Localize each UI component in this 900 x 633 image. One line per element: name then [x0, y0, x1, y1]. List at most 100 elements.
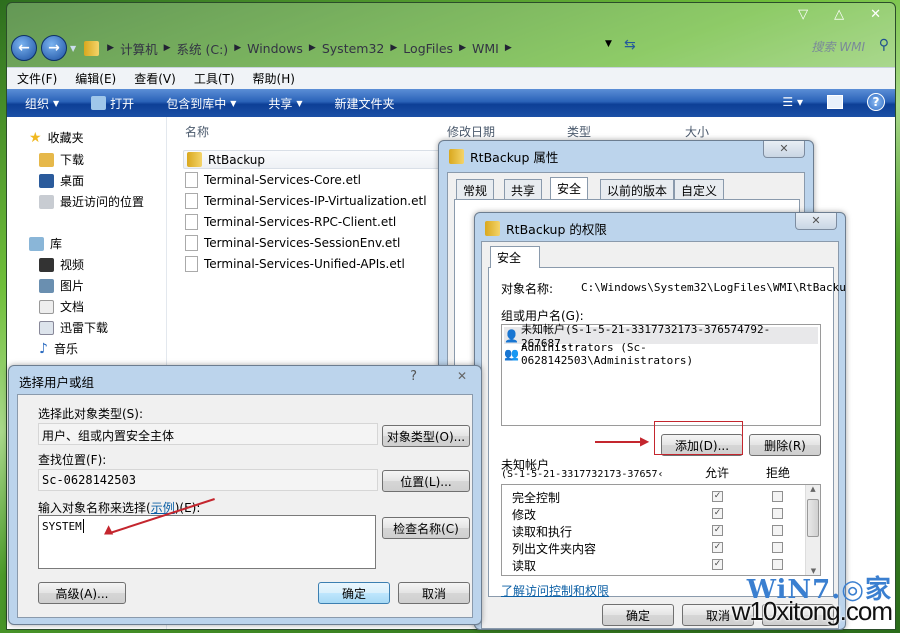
allow-checkbox[interactable]: ✓	[712, 542, 723, 553]
permission-name: 完全控制	[512, 491, 561, 505]
arrow-head-icon: ▲	[104, 522, 114, 536]
tab-previous-versions[interactable]: 以前的版本	[600, 179, 675, 199]
tab-security[interactable]: 安全	[550, 177, 589, 199]
organize-label: 组织	[25, 96, 50, 111]
chevron-down-icon: ▼	[53, 98, 60, 108]
downloads-icon	[39, 152, 54, 167]
menu-tools[interactable]: 工具(T)	[184, 70, 243, 87]
tab-sharing[interactable]: 共享	[504, 179, 543, 199]
learn-access-control-link[interactable]: 了解访问控制和权限	[501, 582, 609, 599]
file-row[interactable]: Terminal-Services-RPC-Client.etl	[185, 214, 396, 230]
file-row[interactable]: Terminal-Services-IP-Virtualization.etl	[185, 193, 427, 209]
folder-icon	[39, 320, 54, 335]
recent-places-icon	[39, 194, 54, 209]
sidebar-item-thunder-downloads[interactable]: 迅雷下载	[39, 319, 108, 336]
help-button[interactable]: ?	[410, 369, 417, 384]
menu-help[interactable]: 帮助(H)	[243, 70, 303, 87]
sidebar-item-recent[interactable]: 最近访问的位置	[39, 193, 144, 210]
column-header-size[interactable]: 大小	[685, 123, 709, 140]
menu-file[interactable]: 文件(F)	[7, 70, 65, 87]
file-row[interactable]: Terminal-Services-Unified-APIs.etl	[185, 256, 405, 272]
file-row[interactable]: Terminal-Services-SessionEnv.etl	[185, 235, 400, 251]
breadcrumb-item[interactable]: Windows	[247, 41, 303, 56]
preview-pane-icon[interactable]	[827, 95, 843, 109]
deny-checkbox[interactable]	[772, 508, 783, 519]
close-button[interactable]: ✕	[795, 213, 837, 230]
ok-button[interactable]: 确定	[602, 604, 674, 626]
allow-checkbox[interactable]: ✓	[712, 559, 723, 570]
remove-button[interactable]: 删除(R)	[749, 434, 821, 456]
search-input[interactable]: 搜索 WMI	[811, 38, 865, 55]
breadcrumb-item[interactable]: 系统 (C:)	[177, 39, 229, 58]
back-button[interactable]: ←	[11, 35, 37, 61]
sidebar-libraries[interactable]: 库	[29, 235, 62, 252]
allow-checkbox[interactable]: ✓	[712, 491, 723, 502]
column-header-name[interactable]: 名称	[185, 123, 209, 140]
menu-view[interactable]: 查看(V)	[124, 70, 184, 87]
tab-security[interactable]: 安全	[490, 246, 540, 268]
sidebar-item-documents[interactable]: 文档	[39, 298, 84, 315]
cancel-button[interactable]: 取消	[398, 582, 470, 604]
allow-checkbox[interactable]: ✓	[712, 508, 723, 519]
deny-checkbox[interactable]	[772, 542, 783, 553]
history-dropdown-icon[interactable]: ▼	[70, 44, 76, 53]
tab-customize[interactable]: 自定义	[674, 179, 725, 199]
permission-row: 完全控制 ✓	[512, 489, 812, 506]
sidebar-label: 最近访问的位置	[60, 195, 145, 209]
sidebar-item-pictures[interactable]: 图片	[39, 277, 84, 294]
minimize-button[interactable]: ▽	[798, 7, 808, 22]
refresh-icon[interactable]: ⇆	[624, 37, 636, 53]
allow-checkbox[interactable]: ✓	[712, 525, 723, 536]
close-button[interactable]: ✕	[870, 7, 881, 22]
menu-edit[interactable]: 编辑(E)	[65, 70, 124, 87]
text-cursor	[82, 519, 88, 533]
locations-button[interactable]: 位置(L)...	[382, 470, 470, 492]
file-row[interactable]: Terminal-Services-Core.etl	[185, 172, 361, 188]
breadcrumb-item[interactable]: LogFiles	[403, 41, 453, 56]
file-icon	[185, 235, 198, 251]
list-item[interactable]: 👥 Administrators (Sc-0628142503\Administr…	[504, 341, 818, 367]
users-list: 👤 未知帐户(S-1-5-21-3317732173-376574792-2676…	[501, 323, 821, 426]
dialog-title: RtBackup 属性	[449, 147, 558, 166]
forward-button[interactable]: →	[41, 35, 67, 61]
ok-button[interactable]: 确定	[318, 582, 390, 604]
advanced-button[interactable]: 高级(A)...	[38, 582, 126, 604]
breadcrumb-item[interactable]: WMI	[472, 41, 499, 56]
sidebar-favorites[interactable]: ★ 收藏夹	[29, 129, 84, 146]
sidebar-item-music[interactable]: ♪ 音乐	[39, 340, 78, 357]
input-value: SYSTEM	[42, 520, 82, 533]
object-types-button[interactable]: 对象类型(O)...	[382, 425, 470, 447]
help-icon[interactable]: ?	[867, 93, 885, 111]
deny-checkbox[interactable]	[772, 491, 783, 502]
sidebar-item-desktop[interactable]: 桌面	[39, 172, 84, 189]
open-button[interactable]: 打开	[73, 95, 148, 112]
group-icon: 👥	[504, 346, 519, 361]
sidebar-label: 图片	[60, 279, 85, 293]
close-button[interactable]: ✕	[457, 369, 467, 383]
new-folder-button[interactable]: 新建文件夹	[317, 95, 409, 112]
allow-header: 允许	[705, 466, 730, 480]
tab-general[interactable]: 常规	[456, 179, 495, 199]
object-name-label: 对象名称:	[501, 282, 554, 296]
breadcrumb-item[interactable]: 计算机	[120, 39, 158, 58]
menu-bar: 文件(F) 编辑(E) 查看(V) 工具(T) 帮助(H)	[7, 67, 895, 89]
breadcrumb-item[interactable]: System32	[322, 41, 385, 56]
maximize-button[interactable]: △	[834, 7, 844, 22]
column-header-type[interactable]: 类型	[567, 123, 591, 140]
organize-button[interactable]: 组织 ▼	[7, 95, 73, 112]
file-row[interactable]: RtBackup	[183, 150, 463, 169]
object-names-input[interactable]: SYSTEM	[38, 515, 376, 569]
permission-row: 列出文件夹内容 ✓	[512, 540, 812, 557]
sidebar-item-videos[interactable]: 视频	[39, 256, 84, 273]
share-button[interactable]: 共享 ▼	[250, 95, 316, 112]
close-button[interactable]: ✕	[763, 141, 805, 158]
address-dropdown-icon[interactable]: ▼	[605, 39, 612, 49]
view-options-icon[interactable]: ☰ ▾	[782, 95, 803, 109]
search-icon[interactable]: ⚲	[879, 37, 889, 53]
check-names-button[interactable]: 检查名称(C)	[382, 517, 470, 539]
sidebar-item-downloads[interactable]: 下载	[39, 151, 84, 168]
column-header-date[interactable]: 修改日期	[447, 123, 495, 140]
deny-checkbox[interactable]	[772, 525, 783, 536]
permissions-list: ▲ ▼ 完全控制 ✓ 修改 ✓ 读取和执行 ✓ 列出文件夹内容 ✓ 读取 ✓	[501, 484, 821, 576]
include-in-library-button[interactable]: 包含到库中 ▼	[148, 95, 250, 112]
